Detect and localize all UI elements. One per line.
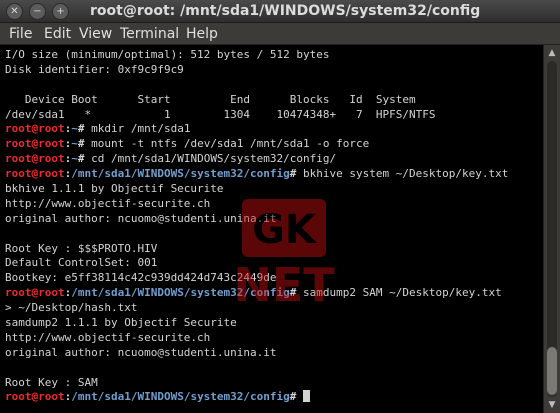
menu-edit[interactable]: Edit [44, 25, 71, 43]
output-line: /dev/sda1 * 1 1304 10474348+ 7 HPFS/NTFS [5, 107, 436, 121]
output-line: Device Boot Start End Blocks Id System [5, 92, 416, 106]
prompt-user: root@root [5, 167, 65, 181]
command-text [296, 390, 303, 403]
terminal-output: I/O size (minimum/optimal): 512 bytes / … [5, 48, 508, 405]
command-text: cd /mnt/sda1/WINDOWS/system32/config/ [84, 152, 337, 166]
command-line: root@root:~# cd /mnt/sda1/WINDOWS/system… [5, 152, 508, 167]
terminal-area[interactable]: I/O size (minimum/optimal): 512 bytes / … [0, 45, 543, 413]
prompt-user: root@root [5, 152, 65, 166]
close-window-button[interactable]: ✕ [6, 3, 23, 20]
prompt-path: ~ [71, 137, 78, 151]
output-line: Root Key : $$$PROTO.HIV [5, 241, 158, 255]
menu-help[interactable]: Help [186, 25, 218, 43]
prompt-path: /mnt/sda1/WINDOWS/system32/config [71, 390, 290, 404]
terminal-scrollbar[interactable]: ▲ ▼ [543, 45, 560, 413]
output-line: I/O size (minimum/optimal): 512 bytes / … [5, 48, 330, 61]
command-text: bkhive system ~/Desktop/key.txt [296, 167, 509, 181]
minimize-window-button[interactable]: − [29, 3, 46, 20]
output-line: Default ControlSet: 001 [5, 256, 158, 270]
menu-bar: File Edit View Terminal Help [0, 23, 560, 45]
prompt-user: root@root [5, 137, 65, 151]
prompt-path: /mnt/sda1/WINDOWS/system32/config [71, 167, 290, 181]
scroll-up-icon[interactable]: ▲ [546, 47, 558, 59]
output-line: Disk identifier: 0xf9c9f9c9 [5, 62, 184, 76]
output-line: Bootkey: e5ff38114c42c939dd424d743c2449d… [5, 271, 277, 285]
scrollbar-track[interactable] [547, 61, 557, 397]
maximize-window-button[interactable]: + [52, 3, 69, 20]
window-titlebar[interactable]: ✕ − + root@root: /mnt/sda1/WINDOWS/syste… [0, 0, 560, 23]
command-text: mkdir /mnt/sda1 [84, 122, 191, 136]
command-line: root@root:/mnt/sda1/WINDOWS/system32/con… [5, 390, 508, 405]
prompt-path: /mnt/sda1/WINDOWS/system32/config [71, 286, 290, 300]
output-line: http://www.objectif-securite.ch [5, 196, 211, 210]
scrollbar-thumb[interactable] [547, 347, 557, 395]
output-line: Root Key : SAM [5, 375, 98, 389]
command-line: root@root:/mnt/sda1/WINDOWS/system32/con… [5, 286, 508, 301]
output-line: bkhive 1.1.1 by Objectif Securite [5, 182, 224, 196]
terminal-cursor [303, 390, 311, 403]
command-text: mount -t ntfs /dev/sda1 /mnt/sda1 -o for… [84, 137, 370, 151]
command-line: root@root:~# mkdir /mnt/sda1 [5, 122, 508, 137]
output-line: http://www.objectif-securite.ch [5, 330, 211, 344]
prompt-user: root@root [5, 122, 65, 136]
menu-file[interactable]: File [9, 25, 32, 43]
prompt-path: ~ [71, 122, 78, 136]
menu-view[interactable]: View [79, 25, 112, 43]
output-line: samdump2 1.1.1 by Objectif Securite [5, 316, 237, 330]
prompt-user: root@root [5, 286, 65, 300]
menu-terminal[interactable]: Terminal [120, 25, 179, 43]
command-line: root@root:~# mount -t ntfs /dev/sda1 /mn… [5, 137, 508, 152]
output-line: original author: ncuomo@studenti.unina.i… [5, 345, 277, 359]
output-line: original author: ncuomo@studenti.unina.i… [5, 211, 277, 225]
output-line: > ~/Desktop/hash.txt [5, 301, 138, 315]
window-title: root@root: /mnt/sda1/WINDOWS/system32/co… [90, 3, 481, 19]
scroll-down-icon[interactable]: ▼ [546, 399, 558, 411]
prompt-path: ~ [71, 152, 78, 166]
prompt-user: root@root [5, 390, 65, 404]
command-text: samdump2 SAM ~/Desktop/key.txt [296, 286, 502, 300]
command-line: root@root:/mnt/sda1/WINDOWS/system32/con… [5, 167, 508, 182]
